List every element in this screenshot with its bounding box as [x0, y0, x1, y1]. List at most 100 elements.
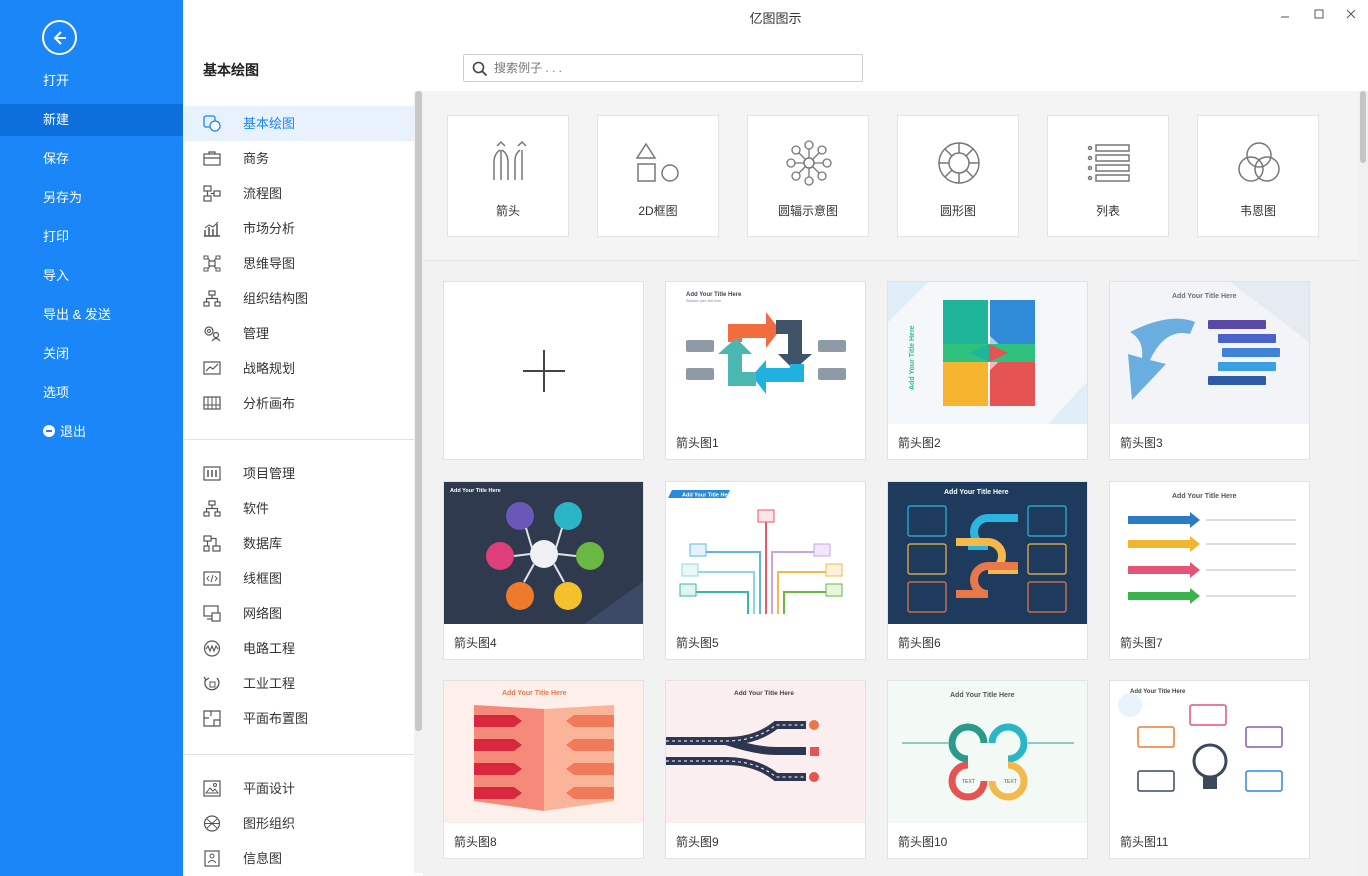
template-card[interactable]: Add Your Title Here Replace your text he… — [665, 281, 866, 460]
thumb-title: Add Your Title Here — [1172, 493, 1237, 500]
venn-diagram-icon — [1238, 142, 1280, 182]
category-label: 市场分析 — [243, 221, 296, 236]
nav-exit[interactable]: 退出 — [0, 416, 183, 448]
nav-import[interactable]: 导入 — [0, 260, 183, 292]
2d-shapes-icon — [636, 142, 679, 182]
template-card[interactable]: Add Your Title Here 箭头图7 — [1109, 481, 1310, 660]
category-network[interactable]: 网络图 — [183, 596, 414, 631]
thumb-title: Add Your Title Here — [950, 692, 1015, 699]
graphic-organizer-icon — [203, 815, 221, 832]
category-label: 数据库 — [243, 536, 283, 551]
category-wireframe[interactable]: 线框图 — [183, 561, 414, 596]
category-floor-plan[interactable]: 平面布置图 — [183, 701, 414, 736]
search-input[interactable] — [494, 59, 854, 77]
nav-export-send[interactable]: 导出 & 发送 — [0, 299, 183, 331]
section-title: 基本绘图 — [203, 62, 259, 78]
category-database[interactable]: 数据库 — [183, 526, 414, 561]
close-button[interactable] — [1338, 4, 1364, 26]
type-card-circular[interactable]: 圆形图 — [897, 115, 1019, 237]
thumb-title: Add Your Title Here — [944, 489, 1009, 496]
gallery-scrollbar-thumb[interactable] — [1360, 91, 1366, 163]
template-card[interactable]: Add Your Title Here 箭头图9 — [665, 680, 866, 859]
category-graphic-organizer[interactable]: 图形组织 — [183, 806, 414, 841]
category-label: 项目管理 — [243, 466, 296, 481]
template-card[interactable]: Add Your Title Here TEXT TEXT 箭头图10 — [887, 680, 1088, 859]
type-card-2d-shapes[interactable]: 2D框图 — [597, 115, 719, 237]
category-basic-drawing[interactable]: 基本绘图 — [183, 106, 414, 141]
category-label: 信息图 — [243, 851, 283, 866]
category-industrial[interactable]: 工业工程 — [183, 666, 414, 701]
category-label: 商务 — [243, 151, 270, 166]
search-box[interactable] — [463, 54, 863, 82]
gallery-scrollbar[interactable] — [1358, 91, 1368, 876]
diagram-type-row: 箭头 2D框图 圆辐示意图 圆形图 列表 韦恩图 — [423, 91, 1358, 261]
category-scrollbar[interactable] — [414, 91, 423, 873]
nav-new[interactable]: 新建 — [0, 104, 183, 136]
nav-open-label: 打开 — [43, 73, 70, 88]
category-flowchart[interactable]: 流程图 — [183, 176, 414, 211]
app-title: 亿图图示 — [749, 11, 802, 26]
category-software[interactable]: 软件 — [183, 491, 414, 526]
arrows-icon — [493, 140, 527, 180]
close-icon — [1346, 9, 1356, 19]
template-card[interactable]: Add Your Title Here 箭头图8 — [443, 680, 644, 859]
category-market-analysis[interactable]: 市场分析 — [183, 211, 414, 246]
circular-diagram-icon — [938, 142, 980, 184]
category-project-management[interactable]: 项目管理 — [183, 456, 414, 491]
template-card[interactable]: Add Your Title Here 箭头图11 — [1109, 680, 1310, 859]
category-circuit[interactable]: 电路工程 — [183, 631, 414, 666]
nav-open[interactable]: 打开 — [0, 65, 183, 97]
template-gallery: 箭头 2D框图 圆辐示意图 圆形图 列表 韦恩图 Add Your Title … — [423, 91, 1358, 876]
thumb-title: Add Your Title Here — [686, 292, 742, 298]
nav-exit-label: 退出 — [60, 424, 87, 439]
type-card-list[interactable]: 列表 — [1047, 115, 1169, 237]
type-label: 圆辐示意图 — [777, 204, 838, 218]
list-icon — [1087, 144, 1130, 182]
nav-save-as-label: 另存为 — [43, 190, 83, 205]
template-label: 箭头图11 — [1120, 835, 1169, 849]
nav-save[interactable]: 保存 — [0, 143, 183, 175]
category-org-chart[interactable]: 组织结构图 — [183, 281, 414, 316]
nav-print[interactable]: 打印 — [0, 221, 183, 253]
category-infographic[interactable]: 信息图 — [183, 841, 414, 876]
flowchart-icon — [203, 185, 221, 202]
template-card[interactable]: Add Your Title Here 箭头图2 — [887, 281, 1088, 460]
template-thumbnail: Add Your Title Here — [1110, 482, 1309, 624]
back-arrow-icon — [53, 30, 66, 45]
thumb-title: Add Your Title Here — [450, 488, 501, 494]
type-label: 韦恩图 — [1239, 204, 1276, 218]
type-card-venn[interactable]: 韦恩图 — [1197, 115, 1319, 237]
new-blank-template[interactable] — [443, 281, 644, 460]
category-business[interactable]: 商务 — [183, 141, 414, 176]
category-mind-map[interactable]: 思维导图 — [183, 246, 414, 281]
type-label: 圆形图 — [939, 204, 976, 218]
category-analysis-canvas[interactable]: 分析画布 — [183, 386, 414, 421]
nav-options[interactable]: 选项 — [0, 377, 183, 409]
category-label: 电路工程 — [243, 641, 296, 656]
category-graphic-design[interactable]: 平面设计 — [183, 771, 414, 806]
type-card-radial[interactable]: 圆辐示意图 — [747, 115, 869, 237]
template-card[interactable]: Add Your Title Here 箭头图6 — [887, 481, 1088, 660]
category-label: 管理 — [243, 326, 270, 341]
category-strategy[interactable]: 战略规划 — [183, 351, 414, 386]
nav-options-label: 选项 — [43, 385, 70, 400]
minimize-button[interactable] — [1272, 4, 1298, 26]
database-icon — [203, 535, 221, 552]
nav-import-label: 导入 — [43, 268, 70, 283]
template-card[interactable]: Add Your Title Here 箭头图4 — [443, 481, 644, 660]
back-button[interactable] — [42, 20, 77, 55]
nav-save-as[interactable]: 另存为 — [0, 182, 183, 214]
maximize-button[interactable] — [1306, 4, 1332, 26]
plus-icon-vertical — [543, 350, 545, 392]
template-card[interactable]: Add Your Title Here 箭头图5 — [665, 481, 866, 660]
basic-drawing-icon — [203, 115, 221, 132]
nav-close[interactable]: 关闭 — [0, 338, 183, 370]
type-card-arrows[interactable]: 箭头 — [447, 115, 569, 237]
infographic-icon — [204, 850, 220, 867]
industrial-icon — [203, 676, 220, 691]
category-scrollbar-thumb[interactable] — [415, 91, 422, 731]
category-management[interactable]: 管理 — [183, 316, 414, 351]
template-label: 箭头图2 — [898, 436, 941, 450]
nav-close-label: 关闭 — [43, 346, 70, 361]
template-card[interactable]: Add Your Title Here 箭头图3 — [1109, 281, 1310, 460]
